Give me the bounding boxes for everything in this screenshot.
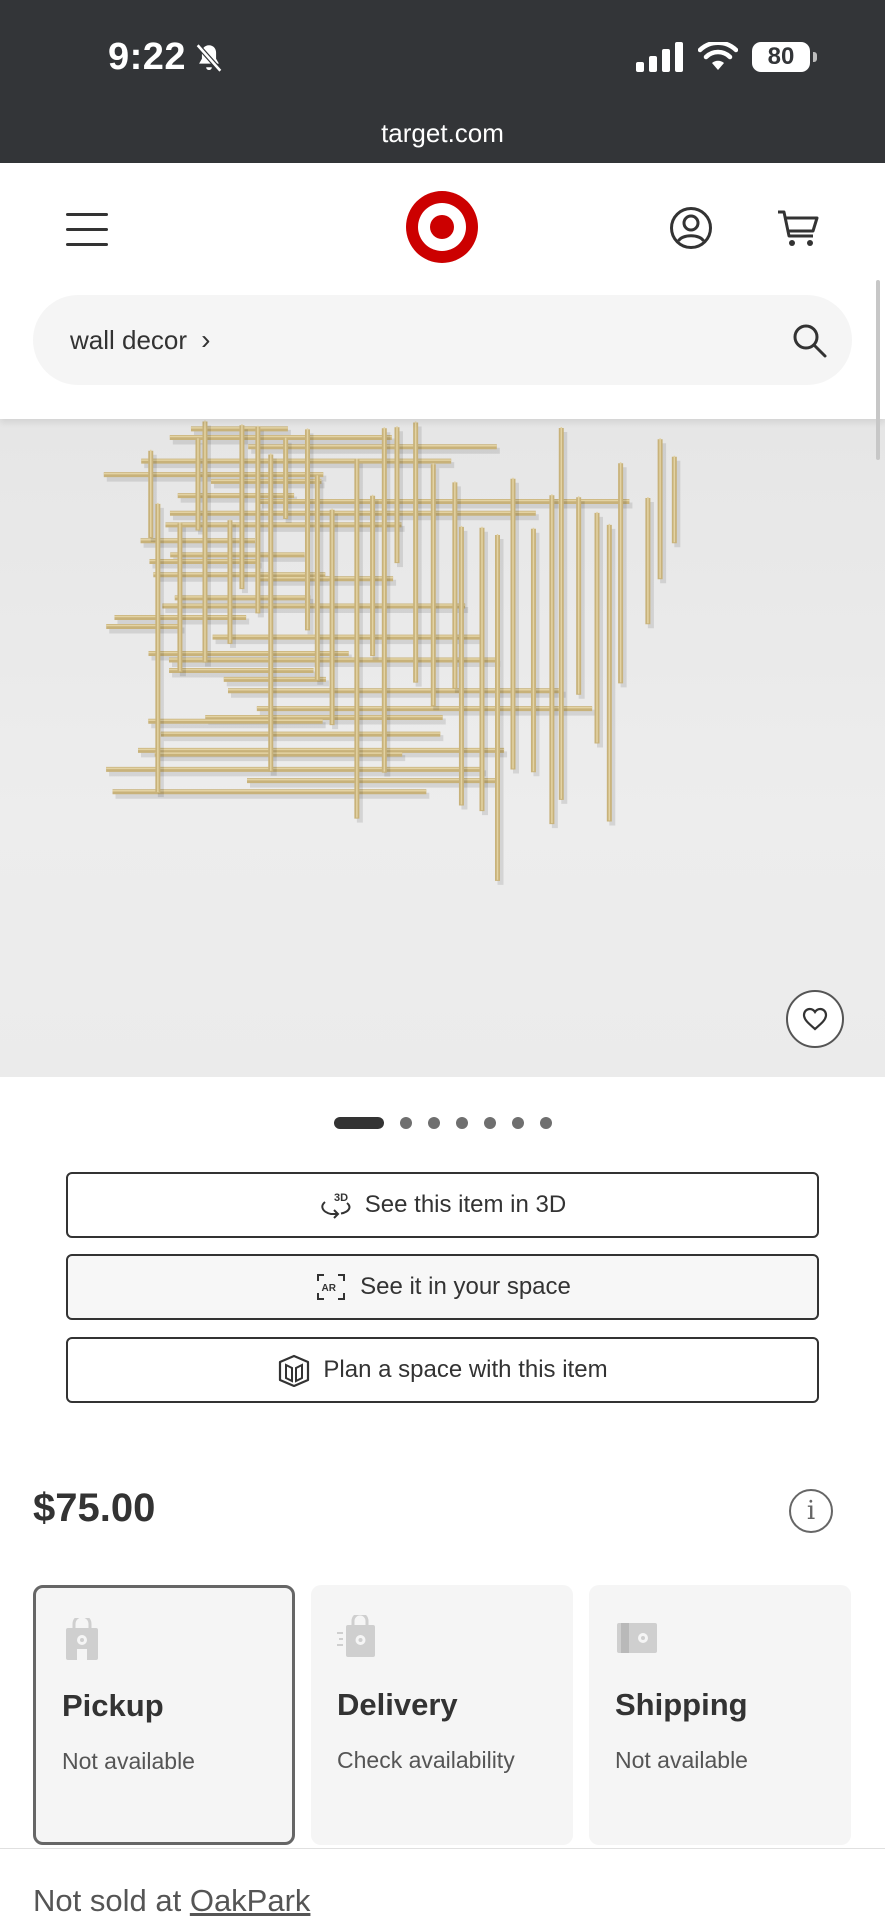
image-carousel-indicator[interactable] <box>0 1117 885 1129</box>
shipping-status: Not available <box>615 1747 748 1773</box>
favorite-button[interactable] <box>786 990 844 1048</box>
search-bar[interactable]: wall decor › <box>33 295 852 385</box>
3d-rotate-icon: 3D <box>321 1192 351 1219</box>
cellular-signal-icon <box>636 42 683 72</box>
product-price: $75.00 <box>33 1486 156 1530</box>
silent-bell-icon <box>195 43 223 72</box>
shipping-box-icon <box>617 1623 657 1653</box>
plan-space-label: Plan a space with this item <box>323 1356 608 1383</box>
delivery-title: Delivery <box>337 1687 458 1722</box>
ar-icon: AR <box>317 1274 346 1300</box>
search-query[interactable]: wall decor <box>70 325 187 356</box>
pickup-bag-icon <box>66 1618 98 1660</box>
store-link[interactable]: OakPark <box>190 1883 311 1918</box>
chevron-right-icon: › <box>201 324 211 355</box>
pickup-option[interactable]: Pickup Not available <box>33 1585 295 1845</box>
store-availability: Not sold at OakPark <box>33 1883 310 1919</box>
carousel-dot[interactable] <box>333 1117 384 1129</box>
battery-indicator: 80 <box>752 42 817 72</box>
scrollbar[interactable] <box>876 280 880 460</box>
delivery-status: Check availability <box>337 1747 515 1773</box>
browser-url[interactable]: target.com <box>0 118 885 149</box>
time-text: 9:22 <box>108 36 187 78</box>
site-header: wall decor › <box>0 163 885 419</box>
section-divider <box>0 1848 885 1849</box>
pickup-title: Pickup <box>62 1688 164 1723</box>
view-ar-label: See it in your space <box>360 1273 571 1300</box>
product-image[interactable] <box>0 419 885 1077</box>
svg-text:3D: 3D <box>334 1192 348 1204</box>
view-ar-button[interactable]: AR See it in your space <box>66 1254 819 1320</box>
shipping-title: Shipping <box>615 1687 748 1722</box>
cart-icon[interactable] <box>776 206 820 250</box>
plan-space-button[interactable]: Plan a space with this item <box>66 1337 819 1403</box>
status-indicators: 80 <box>636 42 817 72</box>
carousel-dot[interactable] <box>399 1117 412 1129</box>
target-logo-icon[interactable] <box>405 190 479 264</box>
view-3d-button[interactable]: 3D See this item in 3D <box>66 1172 819 1238</box>
status-time: 9:22 <box>108 36 226 79</box>
carousel-dot[interactable] <box>511 1117 524 1129</box>
carousel-dot[interactable] <box>455 1117 468 1129</box>
menu-icon[interactable] <box>66 213 108 247</box>
wall-decor-photo <box>103 420 681 885</box>
battery-level: 80 <box>767 43 795 70</box>
carousel-dot[interactable] <box>427 1117 440 1129</box>
delivery-option[interactable]: Delivery Check availability <box>311 1585 573 1845</box>
carousel-dot[interactable] <box>483 1117 496 1129</box>
store-prefix: Not sold at <box>33 1883 182 1918</box>
pickup-status: Not available <box>62 1748 195 1774</box>
status-bar: 9:22 80 target.com <box>0 0 885 163</box>
svg-text:AR: AR <box>322 1283 337 1294</box>
room-planner-icon <box>279 1354 310 1387</box>
search-icon[interactable] <box>790 321 828 359</box>
shipping-option[interactable]: Shipping Not available <box>589 1585 851 1845</box>
info-icon[interactable]: i <box>789 1489 833 1533</box>
heart-icon <box>802 1007 828 1031</box>
account-icon[interactable] <box>669 206 713 250</box>
delivery-bag-icon <box>337 1615 375 1657</box>
view-3d-label: See this item in 3D <box>364 1191 567 1218</box>
wifi-icon <box>698 42 738 70</box>
carousel-dot[interactable] <box>539 1117 552 1129</box>
